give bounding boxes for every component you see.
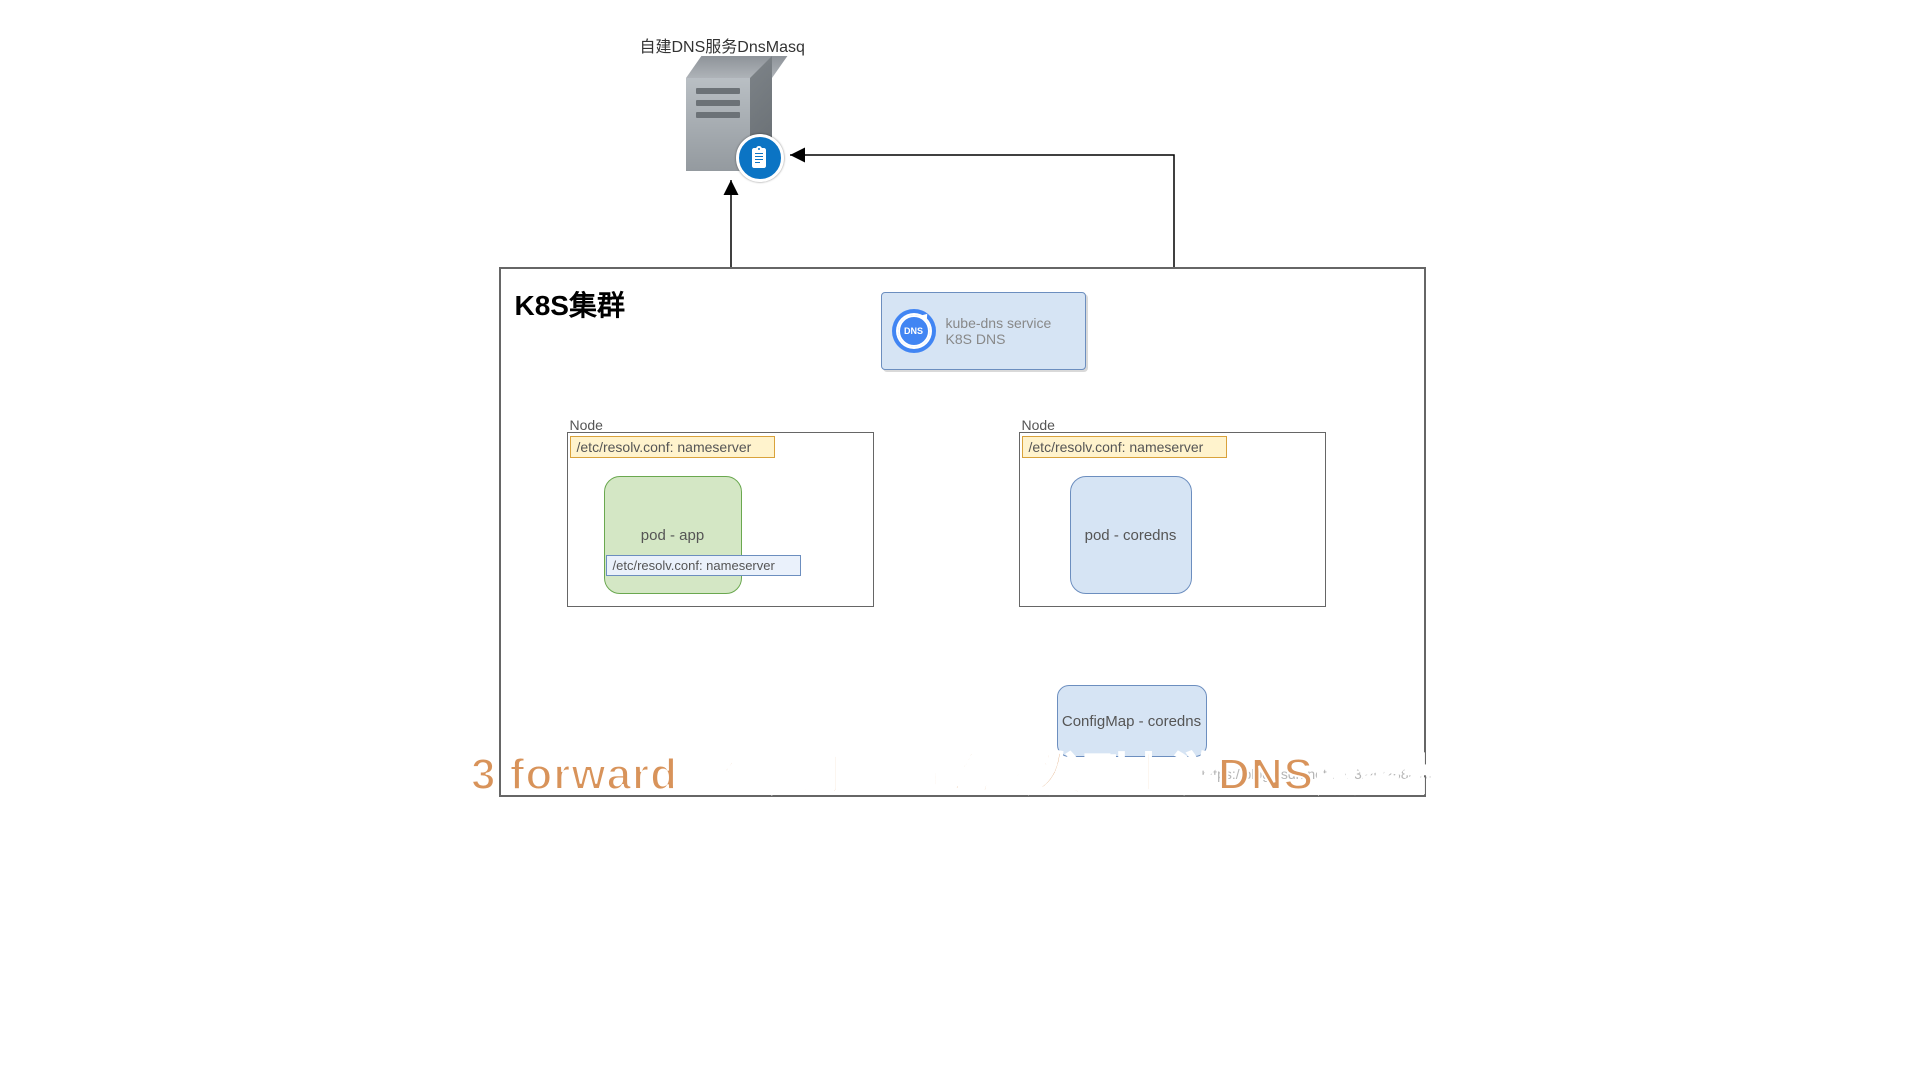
right-nameserver: /etc/resolv.conf: nameserver xyxy=(1022,436,1227,458)
left-nameserver: /etc/resolv.conf: nameserver xyxy=(570,436,775,458)
pod-app-resolv: /etc/resolv.conf: nameserver xyxy=(606,555,801,576)
clipboard-icon xyxy=(736,134,784,182)
kube-dns-box: DNS kube-dns service K8S DNS xyxy=(881,292,1086,370)
diagram-canvas: 自建DNS服务DnsMasq K8S集群 DNS kube-dns servic… xyxy=(232,0,1689,816)
pod-app-label: pod - app xyxy=(641,527,704,544)
pod-coredns: pod - coredns xyxy=(1070,476,1192,594)
configmap-label: ConfigMap - coredns xyxy=(1062,713,1201,730)
pod-app: pod - app xyxy=(604,476,742,594)
caption-text: 3 forward插件用于将查询转发到上游DNS服务器 xyxy=(232,738,1689,802)
left-node-label: Node xyxy=(570,417,603,433)
cluster-title: K8S集群 xyxy=(515,284,625,324)
kube-dns-line2: K8S DNS xyxy=(946,331,1052,347)
server-icon xyxy=(686,56,772,171)
right-node-label: Node xyxy=(1022,417,1055,433)
pod-coredns-label: pod - coredns xyxy=(1085,527,1177,544)
kube-dns-line1: kube-dns service xyxy=(946,315,1052,331)
dns-icon: DNS xyxy=(892,309,936,353)
top-label: 自建DNS服务DnsMasq xyxy=(640,33,805,57)
